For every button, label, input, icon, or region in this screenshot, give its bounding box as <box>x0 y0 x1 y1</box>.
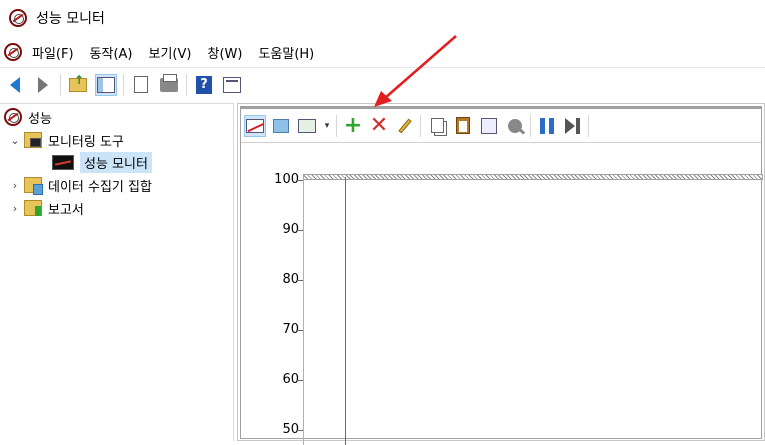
window-title: 성능 모니터 <box>36 11 105 27</box>
monitoring-tools-folder-icon <box>24 132 42 148</box>
delete-counter-icon[interactable]: ✕ <box>368 114 390 137</box>
chevron-right-icon[interactable]: › <box>8 202 22 215</box>
print-icon[interactable] <box>158 73 180 96</box>
performance-graph: 100 90 80 70 60 50 <box>241 144 763 445</box>
toolbar-separator <box>123 73 124 96</box>
toolbar-separator <box>588 114 589 137</box>
change-graph-type-dropdown-icon[interactable]: ▾ <box>322 115 332 137</box>
y-tick-label: 50 <box>282 422 299 437</box>
plot-area <box>303 177 763 445</box>
time-cursor-line <box>345 177 346 445</box>
menu-action[interactable]: 동작(A) <box>88 41 135 64</box>
reports-folder-icon <box>24 200 42 216</box>
y-tick-label: 100 <box>274 172 299 187</box>
title-bar: 성능 모니터 <box>0 0 765 36</box>
zoom-icon[interactable] <box>504 115 526 137</box>
main-toolbar: ? <box>0 67 765 101</box>
toolbar-separator <box>530 114 531 137</box>
toolbar-separator <box>60 73 61 96</box>
chevron-down-icon[interactable]: ⌄ <box>8 134 22 147</box>
menu-help[interactable]: 도움말(H) <box>256 41 316 64</box>
export-list-icon[interactable] <box>130 74 152 96</box>
y-tick-mark <box>297 430 303 431</box>
tree-label-performance: 성능 <box>28 111 52 127</box>
menu-bar: 파일(F) 동작(A) 보기(V) 창(W) 도움말(H) <box>0 38 765 66</box>
performance-monitor-icon <box>52 154 74 170</box>
forward-icon[interactable] <box>32 74 54 96</box>
back-icon[interactable] <box>4 74 26 96</box>
tree-node-reports[interactable]: › 보고서 <box>8 197 84 219</box>
copy-properties-icon[interactable] <box>426 115 448 137</box>
console-tree: 성능 ⌄ 모니터링 도구 성능 모니터 › 데이터 수집기 집합 › 보고서 <box>0 103 234 441</box>
chevron-right-icon[interactable]: › <box>8 179 22 192</box>
toolbar-separator <box>186 73 187 96</box>
add-counter-icon[interactable]: + <box>342 114 364 137</box>
data-collector-sets-folder-icon <box>24 177 43 195</box>
freeze-display-icon[interactable] <box>536 115 558 137</box>
tree-node-data-collector-sets[interactable]: › 데이터 수집기 집합 <box>8 174 152 196</box>
perf-toolbar: ▾ + ✕ <box>241 109 761 143</box>
tree-label-reports: 보고서 <box>48 202 84 218</box>
highlight-icon[interactable] <box>394 115 416 137</box>
change-graph-type-image-icon[interactable] <box>296 115 318 137</box>
change-graph-type-icon[interactable] <box>270 115 292 137</box>
toolbar-separator <box>420 114 421 137</box>
show-hide-console-tree-icon[interactable] <box>95 73 117 96</box>
system-menu-icon[interactable] <box>4 43 22 61</box>
y-tick-label: 70 <box>282 322 299 337</box>
performance-monitor-pane: ▾ + ✕ 100 90 80 70 60 50 <box>237 103 765 445</box>
tree-node-performance-monitor[interactable]: 성능 모니터 <box>52 151 152 173</box>
tree-label-data-collector-sets: 데이터 수집기 집합 <box>48 179 152 195</box>
properties-icon[interactable] <box>221 74 243 96</box>
up-folder-icon[interactable] <box>67 73 89 96</box>
y-tick-mark <box>297 230 303 231</box>
tree-node-monitoring-tools[interactable]: ⌄ 모니터링 도구 <box>8 129 124 151</box>
menu-view[interactable]: 보기(V) <box>147 41 194 64</box>
help-icon[interactable]: ? <box>193 74 215 96</box>
y-tick-label: 80 <box>282 272 299 287</box>
y-tick-label: 60 <box>282 372 299 387</box>
paste-counter-list-icon[interactable] <box>452 115 474 137</box>
tree-label-monitoring-tools: 모니터링 도구 <box>48 134 124 150</box>
y-tick-mark <box>297 280 303 281</box>
graph-container: ▾ + ✕ 100 90 80 70 60 50 <box>240 106 763 445</box>
tree-label-performance-monitor: 성능 모니터 <box>80 151 152 173</box>
y-tick-mark <box>297 180 303 181</box>
tree-node-performance[interactable]: 성능 <box>4 106 52 128</box>
menu-window[interactable]: 창(W) <box>205 41 244 64</box>
toolbar-separator <box>336 114 337 137</box>
y-tick-mark <box>297 380 303 381</box>
properties-icon[interactable] <box>478 115 500 137</box>
update-data-icon[interactable] <box>562 115 584 137</box>
performance-monitor-app-icon <box>9 9 27 27</box>
y-tick-label: 90 <box>282 222 299 237</box>
y-tick-mark <box>297 330 303 331</box>
menu-file[interactable]: 파일(F) <box>30 41 76 64</box>
view-current-activity-icon[interactable] <box>244 114 266 137</box>
performance-icon <box>4 108 22 126</box>
